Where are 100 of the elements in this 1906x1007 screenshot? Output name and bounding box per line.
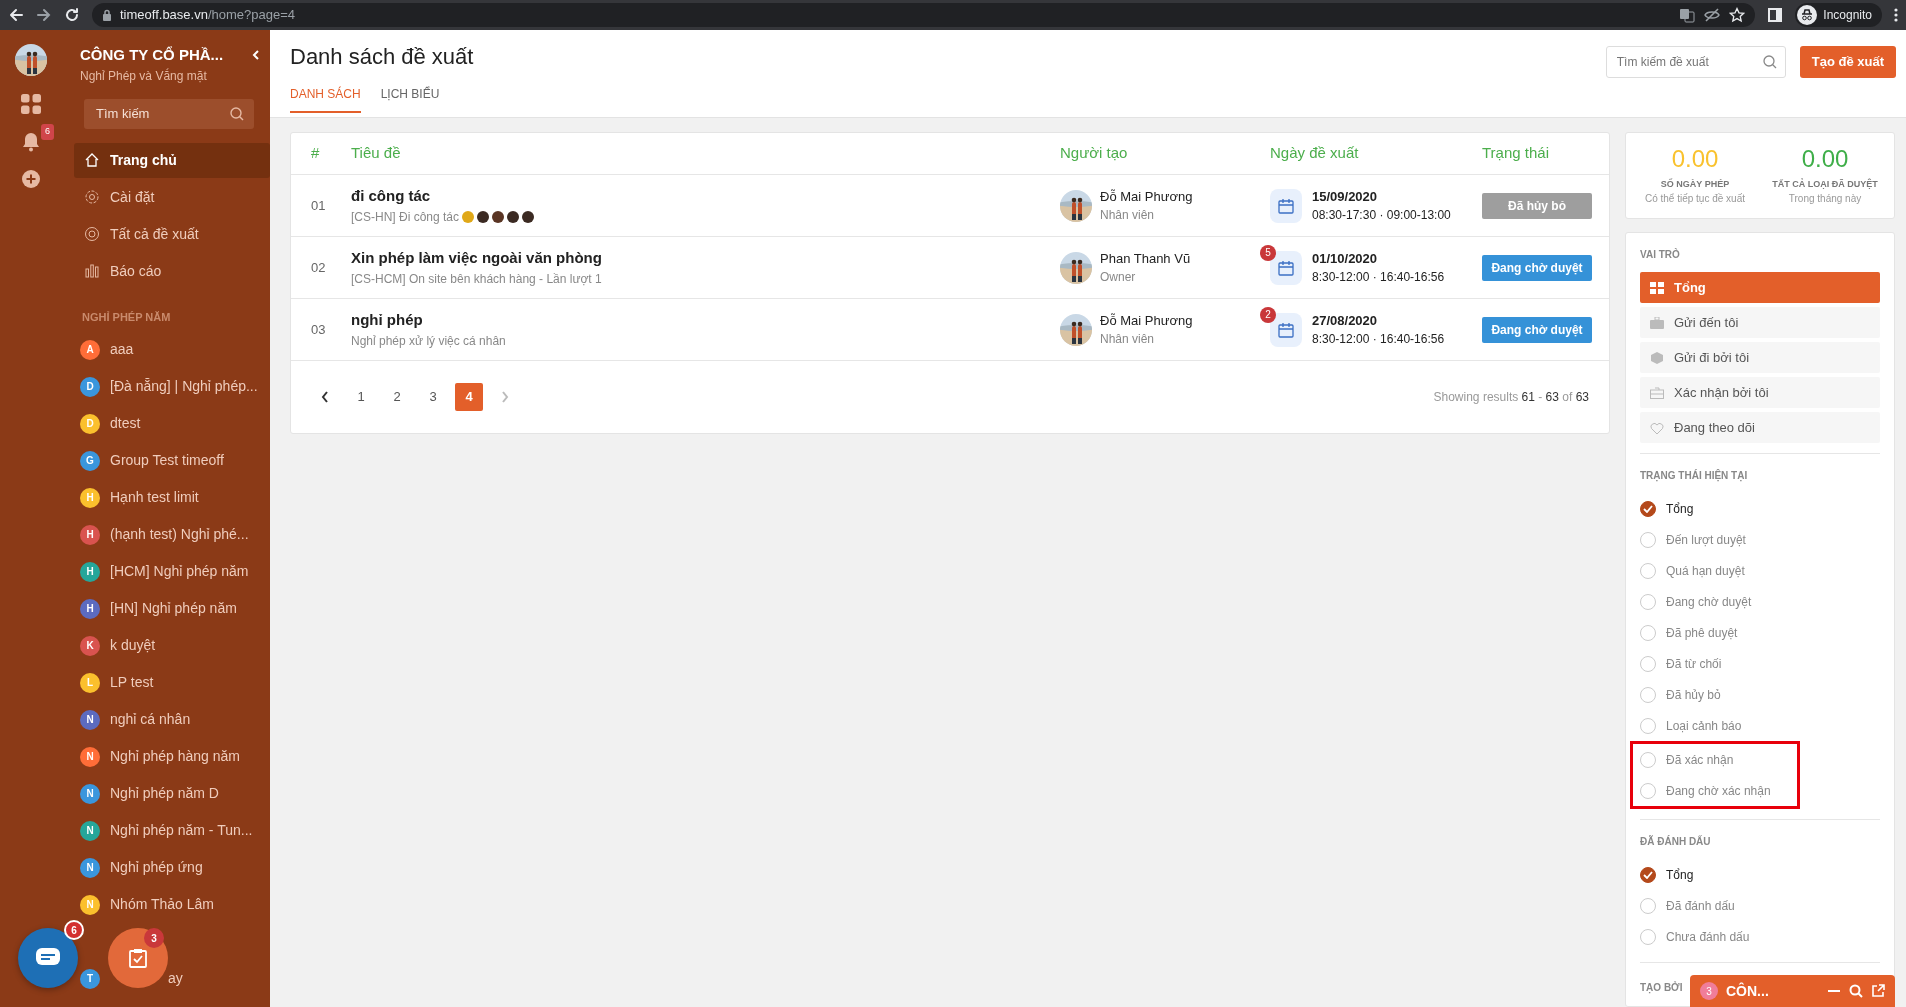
filter-option[interactable]: Chưa đánh dấu xyxy=(1640,921,1880,953)
creator-name: Đỗ Mai Phương xyxy=(1100,187,1193,206)
profile-button[interactable]: Incognito xyxy=(1795,3,1882,27)
apps-grid-icon[interactable] xyxy=(21,94,41,114)
group-link[interactable]: [Đà nẵng] | Nghỉ phép... xyxy=(110,376,258,397)
avatar-letter: N xyxy=(80,820,100,841)
column-header: Trạng thái xyxy=(1482,143,1550,164)
menu-item[interactable]: Báo cáo xyxy=(74,253,270,289)
group-link[interactable]: Nghỉ phép năm - Tun... xyxy=(110,820,253,841)
role-item[interactable]: Gửi đến tôi xyxy=(1640,307,1880,339)
results-summary: Showing results 61 - 63 of 63 xyxy=(1433,389,1589,406)
menu-item[interactable]: Trang chủ xyxy=(74,142,270,178)
gear-icon xyxy=(84,189,100,205)
search-icon[interactable] xyxy=(1849,984,1863,998)
page-button[interactable]: 2 xyxy=(383,383,411,411)
stat-value: 0.00 xyxy=(1670,145,1720,174)
search-field[interactable]: Tìm kiếm xyxy=(84,98,254,129)
sidebar-panel-icon[interactable] xyxy=(1767,7,1784,23)
tab[interactable]: LỊCH BIỂU xyxy=(380,84,440,114)
group-link[interactable]: [HN] Nghỉ phép năm xyxy=(110,598,237,619)
menu-item[interactable]: Cài đặt xyxy=(74,179,270,215)
group-link[interactable]: LP test xyxy=(110,672,154,693)
request-title[interactable]: đi công tác xyxy=(351,185,1060,208)
star-icon[interactable] xyxy=(1729,7,1746,23)
search-input[interactable]: Tìm kiếm xyxy=(94,102,230,125)
role-item[interactable]: Đang theo dõi xyxy=(1640,412,1880,444)
tab[interactable]: DANH SÁCH xyxy=(290,84,361,114)
group-link[interactable]: Nghỉ phép năm D xyxy=(110,783,219,804)
calendar-icon xyxy=(1278,197,1294,214)
more-icon[interactable] xyxy=(1894,7,1898,23)
role-item[interactable]: Gửi đi bởi tôi xyxy=(1640,342,1880,374)
status-button[interactable]: Đang chờ duyệt xyxy=(1482,254,1592,281)
request-date: 27/08/2020 xyxy=(1312,311,1379,330)
filter-option[interactable]: Quá hạn duyệt xyxy=(1640,555,1880,587)
address-bar[interactable]: timeoff.base.vn/home?page=4 xyxy=(92,3,1756,27)
group-link[interactable]: (hạnh test) Nghỉ phé... xyxy=(110,524,249,545)
row-number: 01 xyxy=(310,196,327,215)
filter-option[interactable]: Đã từ chối xyxy=(1640,648,1880,680)
section-heading: NGHỈ PHÉP NĂM xyxy=(82,309,172,325)
page-button[interactable]: 1 xyxy=(347,383,375,411)
collapse-icon[interactable] xyxy=(252,50,260,61)
menu-item[interactable]: Tất cả đề xuất xyxy=(74,216,270,252)
target-icon xyxy=(84,226,100,242)
request-subtitle: [CS-HCM] On site bên khách hàng - Lần lượt 1 xyxy=(351,270,602,288)
chat-title: CÔN... xyxy=(1726,981,1770,1001)
filter-option[interactable]: Đã xác nhận xyxy=(1640,744,1790,776)
group-link[interactable]: aaa xyxy=(110,339,134,360)
page-button[interactable]: 4 xyxy=(455,383,483,411)
group-link[interactable]: Nhóm Thảo Lâm xyxy=(110,894,214,915)
group-link[interactable]: [HCM] Nghỉ phép năm xyxy=(110,561,249,582)
filter-option[interactable]: Đã hủy bỏ xyxy=(1640,679,1880,711)
creator-role: Nhân viên xyxy=(1100,207,1156,225)
filter-option[interactable]: Loại cảnh báo xyxy=(1640,710,1880,742)
reload-icon[interactable] xyxy=(64,7,80,23)
filter-option[interactable]: Tổng xyxy=(1640,493,1880,525)
app-name: Nghỉ Phép và Vắng mặt xyxy=(80,67,208,85)
avatar-letter: H xyxy=(80,598,100,619)
check-icon xyxy=(1643,504,1653,513)
status-button[interactable]: Đã hủy bỏ xyxy=(1482,192,1592,219)
group-link[interactable]: Nghỉ phép hàng năm xyxy=(110,746,240,767)
role-item[interactable]: Tổng xyxy=(1640,272,1880,304)
forward-icon[interactable] xyxy=(36,7,52,23)
group-link[interactable]: ay xyxy=(168,968,183,989)
chat-dock[interactable]: 3 CÔN... xyxy=(1690,975,1895,1007)
eye-off-icon[interactable] xyxy=(1703,7,1722,23)
filter-option[interactable]: Đã phê duyệt xyxy=(1640,617,1880,649)
external-link-icon[interactable] xyxy=(1871,984,1885,998)
filter-option[interactable]: Đến lượt duyệt xyxy=(1640,524,1880,556)
group-link[interactable]: Group Test timeoff xyxy=(110,450,224,471)
stat-label: SỐ NGÀY PHÉP xyxy=(1659,177,1731,191)
chevron-right-icon xyxy=(501,391,509,403)
incognito-icon xyxy=(1797,5,1818,25)
role-item[interactable]: Xác nhận bởi tôi xyxy=(1640,377,1880,409)
filter-option[interactable]: Tổng xyxy=(1640,859,1880,891)
heart-icon xyxy=(1650,421,1664,434)
add-icon[interactable] xyxy=(22,170,40,188)
request-subtitle: Nghỉ phép xử lý việc cá nhân xyxy=(351,332,506,350)
column-header: Người tạo xyxy=(1060,143,1129,164)
filter-option[interactable]: Đang chờ xác nhận xyxy=(1640,775,1790,807)
group-link[interactable]: dtest xyxy=(110,413,141,434)
search-icon xyxy=(230,106,244,121)
translate-icon[interactable] xyxy=(1679,7,1696,23)
chevron-left-icon xyxy=(321,391,329,403)
search-field[interactable]: Tìm kiếm đề xuất xyxy=(1605,46,1786,78)
status-button[interactable]: Đang chờ duyệt xyxy=(1482,316,1592,343)
request-title[interactable]: nghỉ phép xyxy=(351,309,1060,332)
group-link[interactable]: Hạnh test limit xyxy=(110,487,199,508)
calendar-icon xyxy=(1278,321,1294,338)
group-link[interactable]: k duyệt xyxy=(110,635,156,656)
filter-option[interactable]: Đã đánh dấu xyxy=(1640,890,1880,922)
create-button[interactable]: Tạo đề xuất xyxy=(1799,46,1896,78)
filter-option[interactable]: Đang chờ duyệt xyxy=(1640,586,1880,618)
group-link[interactable]: nghỉ cá nhân xyxy=(110,709,191,730)
bell-icon[interactable] xyxy=(22,132,40,152)
group-link[interactable]: Nghỉ phép ứng xyxy=(110,857,203,878)
back-icon[interactable] xyxy=(8,7,24,23)
request-date: 15/09/2020 xyxy=(1312,187,1379,206)
cube-icon xyxy=(1650,351,1664,364)
page-button[interactable]: 3 xyxy=(419,383,447,411)
request-title[interactable]: Xin phép làm việc ngoài văn phòng xyxy=(351,247,1060,270)
